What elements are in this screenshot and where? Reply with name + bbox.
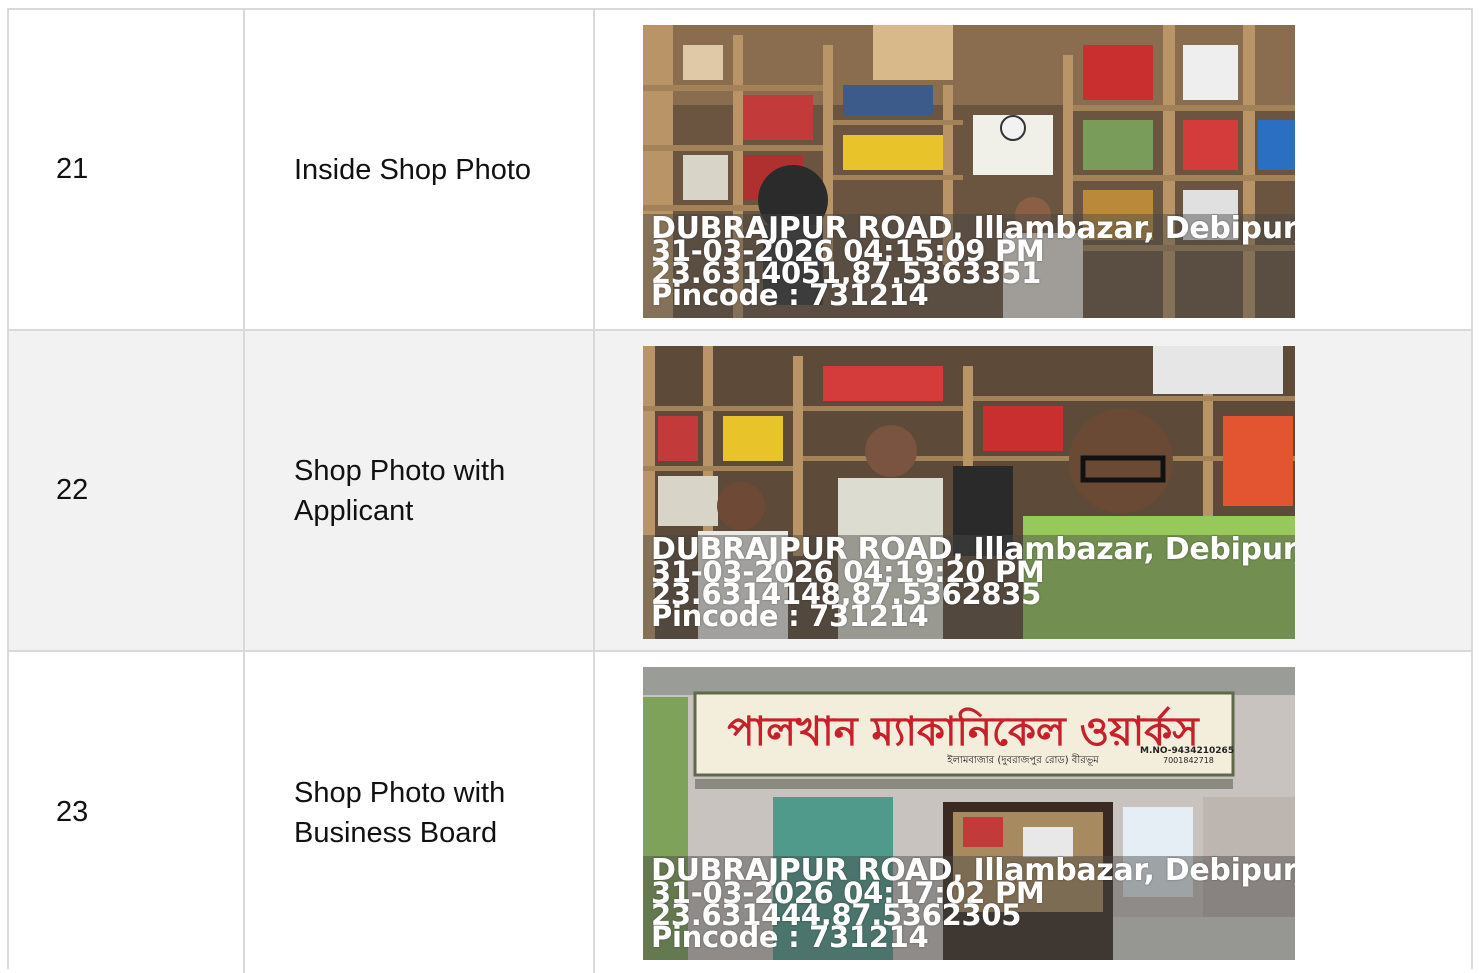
photo-table: 21 Inside Shop Photo DUBRAJPUR ROAD, Ill… bbox=[7, 8, 1473, 973]
geotag-stamp: DUBRAJPUR ROAD, Illambazar, Debipur, We … bbox=[643, 214, 1295, 318]
row-number: 23 bbox=[9, 652, 245, 973]
geotag-stamp: DUBRAJPUR ROAD, Illambazar, Debipur, We … bbox=[643, 535, 1295, 639]
signboard-phone: M.NO-9434210265 bbox=[1140, 746, 1234, 756]
shop-photo-with-applicant[interactable]: DUBRAJPUR ROAD, Illambazar, Debipur, We … bbox=[643, 346, 1295, 639]
signboard-name: পালখান ম্যাকানিকেল ওয়ার্কস bbox=[727, 706, 1200, 755]
table-row: 21 Inside Shop Photo DUBRAJPUR ROAD, Ill… bbox=[9, 10, 1471, 331]
signboard-phone2: 7001842718 bbox=[1163, 756, 1214, 765]
geotag-stamp: DUBRAJPUR ROAD, Illambazar, Debipur, We … bbox=[643, 856, 1295, 960]
inside-shop-photo[interactable]: DUBRAJPUR ROAD, Illambazar, Debipur, We … bbox=[643, 25, 1295, 318]
row-number: 22 bbox=[9, 331, 245, 650]
photo-cell: DUBRAJPUR ROAD, Illambazar, Debipur, We … bbox=[595, 331, 1471, 650]
photo-cell: DUBRAJPUR ROAD, Illambazar, Debipur, We … bbox=[595, 10, 1471, 329]
signboard-subline: ইলামবাজার (দুবরাজপুর রোড) বীরভূম bbox=[946, 753, 1099, 766]
shop-photo-with-business-board[interactable]: পালখান ম্যাকানিকেল ওয়ার্কস ইলামবাজার (দ… bbox=[643, 667, 1295, 960]
row-label: Shop Photo with Business Board bbox=[245, 652, 595, 973]
table-row: 23 Shop Photo with Business Board পালখান… bbox=[9, 652, 1471, 973]
photo-cell: পালখান ম্যাকানিকেল ওয়ার্কস ইলামবাজার (দ… bbox=[595, 652, 1471, 973]
row-number: 21 bbox=[9, 10, 245, 329]
row-label: Inside Shop Photo bbox=[245, 10, 595, 329]
row-label: Shop Photo with Applicant bbox=[245, 331, 595, 650]
table-row: 22 Shop Photo with Applicant DUBRAJPUR R… bbox=[9, 331, 1471, 652]
